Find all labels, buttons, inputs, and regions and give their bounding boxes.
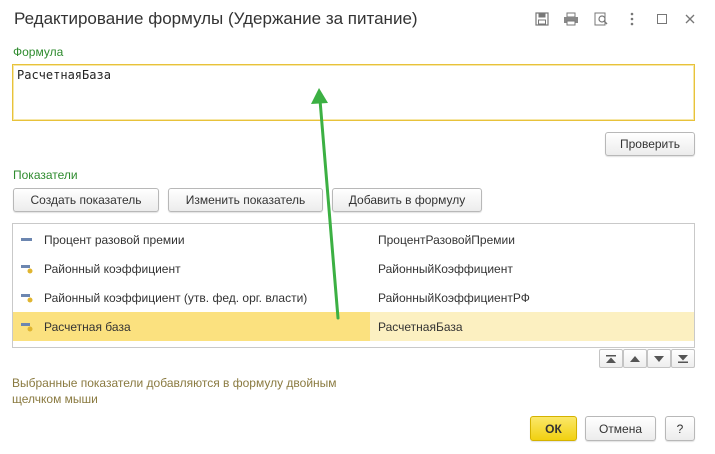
dialog-title: Редактирование формулы (Удержание за пит… — [14, 9, 418, 28]
row-name-cell: Районный коэффициент — [13, 254, 370, 283]
move-down-button[interactable] — [647, 349, 671, 368]
indicators-table[interactable]: Процент разовой премии ПроцентРазовойПре… — [12, 223, 695, 348]
move-to-bottom-button[interactable] — [671, 349, 695, 368]
indicator-name: Районный коэффициент (утв. фед. орг. вла… — [44, 291, 308, 305]
indicator-name: Процент разовой премии — [44, 233, 185, 247]
indicator-name: Расчетная база — [44, 320, 131, 334]
create-indicator-button[interactable]: Создать показатель — [13, 188, 159, 212]
indicator-id: ПроцентРазовойПремии — [378, 233, 515, 247]
row-id-cell: РайонныйКоэффициент — [370, 254, 694, 283]
move-to-top-button[interactable] — [599, 349, 623, 368]
dash-dot-icon — [21, 323, 33, 332]
row-id-cell: РайонныйКоэффициентРФ — [370, 283, 694, 312]
dash-dot-icon — [21, 294, 33, 303]
indicator-id: РайонныйКоэффициентРФ — [378, 291, 530, 305]
indicator-id: РасчетнаяБаза — [378, 320, 463, 334]
table-row[interactable]: Районный коэффициент РайонныйКоэффициент — [13, 254, 694, 283]
add-to-formula-button[interactable]: Добавить в формулу — [332, 188, 482, 212]
print-icon[interactable] — [563, 11, 579, 27]
table-row-selected[interactable]: Расчетная база РасчетнаяБаза — [13, 312, 694, 341]
row-id-cell: РасчетнаяБаза — [370, 312, 694, 341]
row-name-cell: Районный коэффициент (утв. фед. орг. вла… — [13, 283, 370, 312]
move-up-icon — [630, 355, 640, 362]
move-bottom-icon — [678, 354, 688, 363]
row-name-cell: Расчетная база — [13, 312, 370, 341]
preview-icon[interactable] — [593, 11, 609, 27]
row-id-cell: ПроцентРазовойПремии — [370, 225, 694, 254]
maximize-icon[interactable] — [654, 11, 670, 27]
save-icon[interactable] — [534, 11, 550, 27]
indicator-id: РайонныйКоэффициент — [378, 262, 513, 276]
hint-text: Выбранные показатели добавляются в форму… — [12, 376, 337, 406]
table-row[interactable]: Районный коэффициент (утв. фед. орг. вла… — [13, 283, 694, 312]
formula-label: Формула — [13, 45, 64, 59]
more-icon[interactable] — [624, 11, 640, 27]
table-row[interactable]: Процент разовой премии ПроцентРазовойПре… — [13, 225, 694, 254]
edit-indicator-button[interactable]: Изменить показатель — [168, 188, 323, 212]
formula-input[interactable]: РасчетнаяБаза — [12, 64, 695, 121]
close-icon[interactable] — [682, 11, 698, 27]
dash-dot-icon — [21, 265, 33, 274]
indicator-name: Районный коэффициент — [44, 262, 181, 276]
indicators-label: Показатели — [13, 168, 78, 182]
cancel-button[interactable]: Отмена — [585, 416, 656, 441]
check-button[interactable]: Проверить — [605, 132, 695, 156]
move-top-icon — [606, 354, 616, 363]
dash-icon — [21, 238, 32, 241]
row-name-cell: Процент разовой премии — [13, 225, 370, 254]
ok-button[interactable]: ОК — [530, 416, 577, 441]
formula-text: РасчетнаяБаза — [17, 68, 111, 82]
move-up-button[interactable] — [623, 349, 647, 368]
help-button[interactable]: ? — [665, 416, 695, 441]
move-down-icon — [654, 355, 664, 362]
